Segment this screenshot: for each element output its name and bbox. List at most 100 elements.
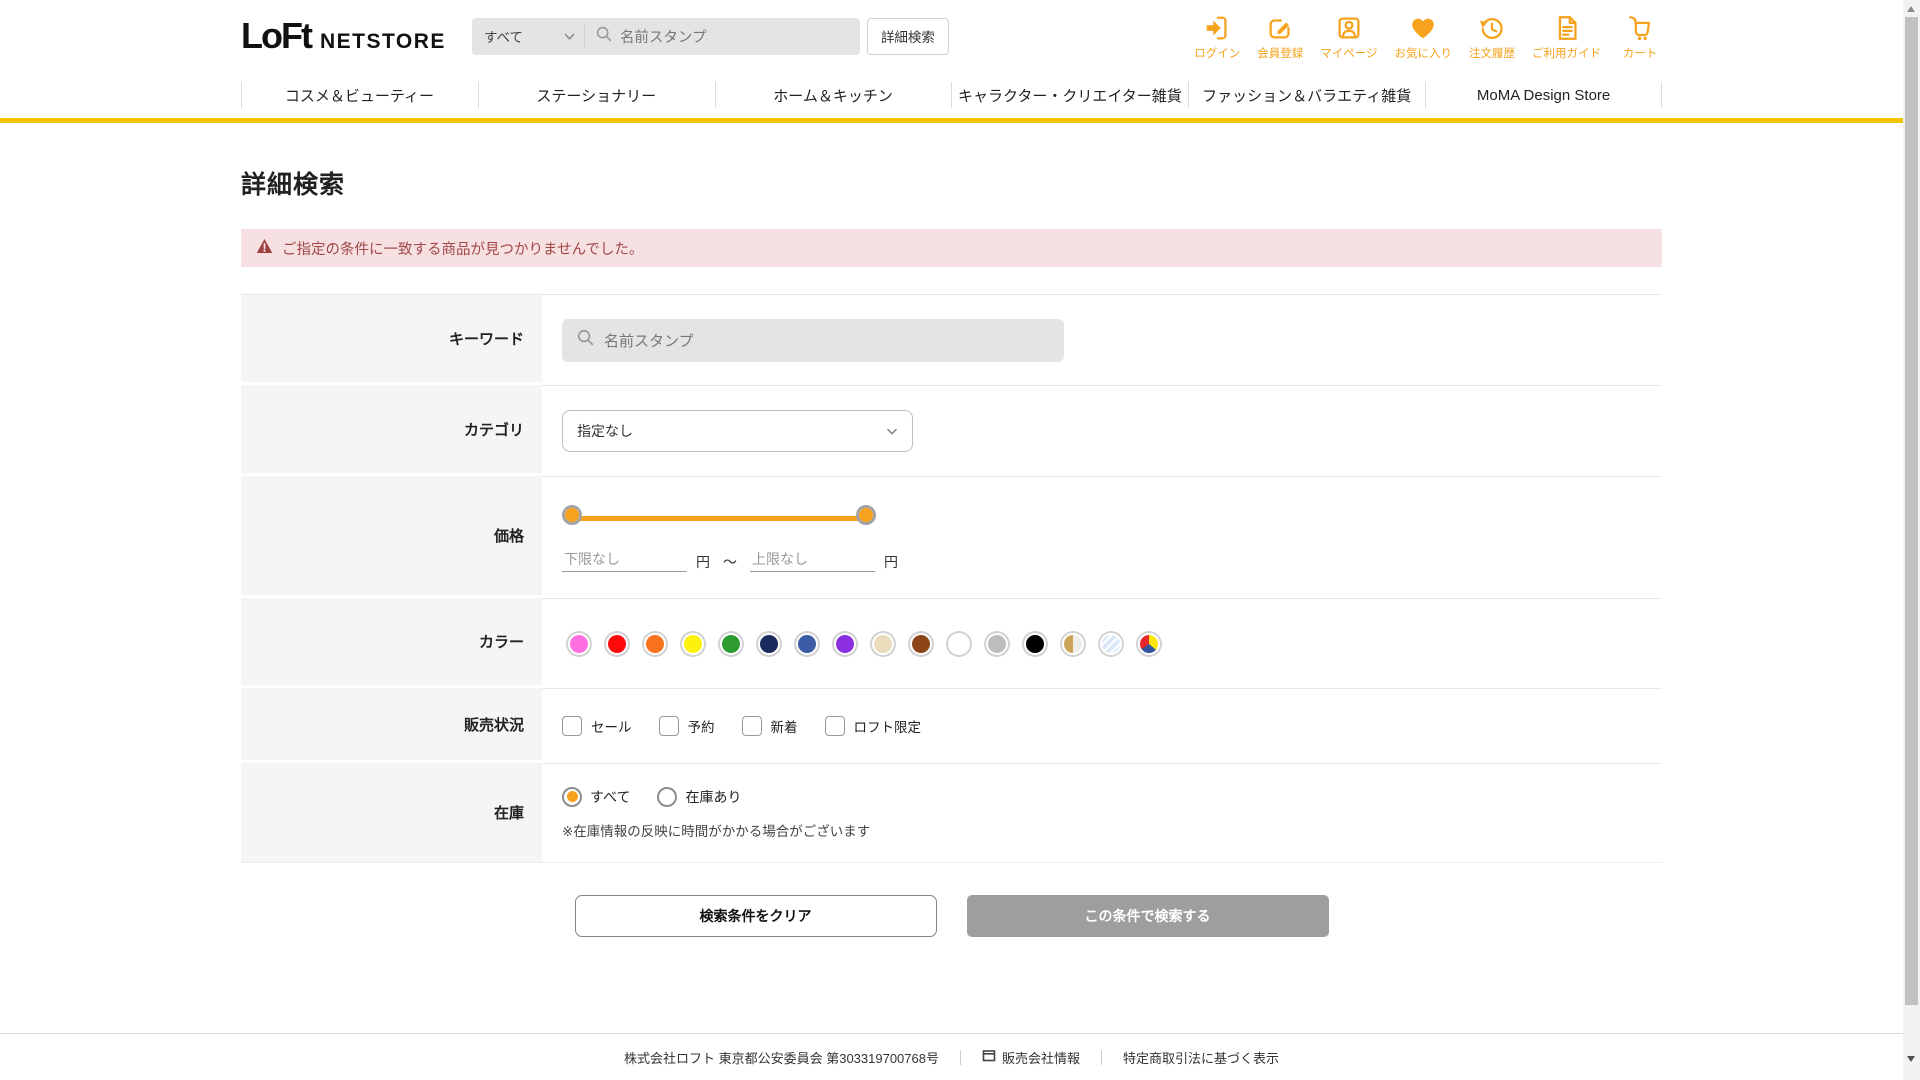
scrollbar-thumb[interactable]: [1905, 17, 1918, 1005]
logo[interactable]: LoFt NETSTORE: [241, 18, 446, 54]
form-row-stock: 在庫 すべて 在庫あり ※在庫情報の反映に時間がかかる場合がございます: [241, 763, 1662, 862]
nav-item[interactable]: MoMA Design Store: [1425, 72, 1662, 118]
slider-handle-max[interactable]: [856, 505, 876, 525]
quick-link-login[interactable]: ログイン: [1194, 12, 1240, 61]
form-row-category: カテゴリ 指定なし: [241, 385, 1662, 476]
color-swatch-navy[interactable]: [758, 632, 780, 655]
sales-status-checkbox[interactable]: 新着: [741, 716, 798, 736]
quick-link-cart[interactable]: カート: [1618, 12, 1662, 61]
quick-link-mypage[interactable]: マイページ: [1320, 12, 1378, 61]
sales-status-checkbox[interactable]: 予約: [658, 716, 715, 736]
checkbox-icon: [741, 716, 762, 736]
nav-item[interactable]: キャラクター・クリエイター雑貨: [951, 72, 1188, 118]
site-header: LoFt NETSTORE すべて 名前スタンプ 詳細検索 ログイン 会員登録 …: [0, 0, 1903, 72]
footer-divider: [959, 1049, 961, 1065]
checkbox-icon: [824, 716, 845, 736]
scroll-down-arrow[interactable]: [1907, 1056, 1915, 1062]
color-swatch-yellow[interactable]: [682, 632, 704, 655]
color-swatch-purple[interactable]: [834, 632, 856, 655]
register-icon: [1265, 12, 1295, 44]
form-actions: 検索条件をクリア この条件で検索する: [241, 895, 1662, 937]
color-swatch-red[interactable]: [606, 632, 628, 655]
color-swatch-multicolor[interactable]: [1138, 632, 1160, 655]
clear-conditions-button[interactable]: 検索条件をクリア: [574, 895, 937, 937]
color-swatch-clear[interactable]: [1100, 632, 1122, 655]
price-range-slider: [562, 505, 876, 531]
search-icon: [595, 25, 613, 48]
search-category-select[interactable]: すべて: [472, 18, 584, 55]
sales-status-checkbox[interactable]: ロフト限定: [824, 716, 922, 736]
page-title: 詳細検索: [241, 171, 346, 199]
color-label: カラー: [241, 598, 542, 688]
sales-status-options: セール 予約 新着 ロフト限定: [562, 716, 1662, 736]
price-unit-label: 円: [884, 554, 898, 570]
price-max-input[interactable]: [750, 547, 875, 572]
color-swatch-white[interactable]: [948, 632, 970, 655]
chevron-down-icon: [886, 423, 898, 439]
price-min-input[interactable]: [562, 547, 687, 572]
color-swatch-green[interactable]: [720, 632, 742, 655]
radio-label: すべて: [590, 788, 631, 805]
color-swatch-gray[interactable]: [986, 632, 1008, 655]
chevron-down-icon: [564, 29, 575, 44]
main-nav: コスメ＆ビューティー ステーショナリー ホーム＆キッチン キャラクター・クリエイター雑…: [0, 72, 1903, 123]
keyword-input[interactable]: [604, 331, 1050, 349]
color-swatch-blue[interactable]: [796, 632, 818, 655]
quick-link-guide[interactable]: ご利用ガイド: [1532, 12, 1601, 61]
color-swatch-pink[interactable]: [568, 632, 590, 655]
nav-item[interactable]: コスメ＆ビューティー: [241, 72, 478, 118]
color-swatch-brown[interactable]: [910, 632, 932, 655]
quick-link-order-history[interactable]: 注文履歴: [1469, 12, 1515, 61]
color-swatch-gold-silver[interactable]: [1062, 632, 1084, 655]
header-quick-links: ログイン 会員登録 マイページ お気に入り 注文履歴 ご利用ガイド カート: [1194, 12, 1662, 61]
quick-link-label: マイページ: [1320, 47, 1378, 60]
checkbox-label: セール: [591, 720, 632, 735]
radio-label: 在庫あり: [685, 788, 742, 805]
stock-radio[interactable]: すべて: [562, 786, 631, 807]
header-search-input[interactable]: [619, 28, 850, 44]
search-with-conditions-button[interactable]: この条件で検索する: [966, 895, 1329, 937]
quick-link-label: 会員登録: [1257, 47, 1304, 60]
stock-options: すべて 在庫あり: [562, 786, 1662, 807]
warning-icon: [256, 238, 273, 258]
search-icon: [576, 328, 595, 352]
quick-link-label: ご利用ガイド: [1532, 47, 1601, 60]
nav-item[interactable]: ホーム＆キッチン: [714, 72, 952, 118]
footer-link-tokushoho[interactable]: 特定商取引法に基づく表示: [1123, 1048, 1279, 1067]
checkbox-icon: [658, 716, 679, 736]
quick-link-favorites[interactable]: お気に入り: [1395, 12, 1452, 61]
checkbox-label: ロフト限定: [853, 720, 922, 735]
search-input-wrap: [585, 25, 860, 48]
guide-icon: [1552, 12, 1582, 44]
vertical-scrollbar[interactable]: [1903, 0, 1920, 1080]
color-swatch-beige[interactable]: [872, 632, 894, 655]
error-message: ご指定の条件に一致する商品が見つかりませんでした。: [241, 229, 1662, 267]
stock-label: 在庫: [241, 763, 542, 862]
search-category-value: すべて: [483, 30, 523, 45]
favorites-icon: [1408, 12, 1438, 44]
slider-track: [570, 516, 868, 521]
scroll-up-arrow[interactable]: [1907, 6, 1915, 12]
form-row-keyword: キーワード: [241, 295, 1662, 385]
main-content: 詳細検索 ご指定の条件に一致する商品が見つかりませんでした。 キーワード 名前ス…: [241, 165, 1662, 937]
sales-status-checkbox[interactable]: セール: [562, 716, 632, 736]
header-search-box: すべて: [471, 17, 860, 55]
footer-link-company-info[interactable]: 販売会社情報: [982, 1048, 1080, 1067]
detail-search-button[interactable]: 詳細検索: [866, 17, 949, 55]
category-select-value: 指定なし: [577, 423, 633, 439]
site-footer: 株式会社ロフト 東京都公安委員会 第303319700768号 販売会社情報 特…: [0, 1033, 1903, 1080]
footer-divider: [1100, 1049, 1102, 1065]
form-row-color: カラー: [241, 598, 1662, 688]
nav-item[interactable]: ステーショナリー: [477, 72, 715, 118]
price-separator: ～: [723, 554, 737, 570]
color-swatch-black[interactable]: [1024, 632, 1046, 655]
stock-radio[interactable]: 在庫あり: [657, 786, 742, 807]
category-select[interactable]: 指定なし: [562, 410, 913, 452]
slider-handle-min[interactable]: [562, 505, 582, 525]
quick-link-register[interactable]: 会員登録: [1257, 12, 1303, 61]
nav-item[interactable]: ファッション＆バラエティ雑貨: [1188, 72, 1425, 118]
mypage-icon: [1334, 12, 1364, 44]
color-swatch-orange[interactable]: [644, 632, 666, 655]
form-row-sales-status: 販売状況 セール 予約 新着 ロフト限定: [241, 688, 1662, 763]
cart-icon: [1625, 12, 1655, 44]
